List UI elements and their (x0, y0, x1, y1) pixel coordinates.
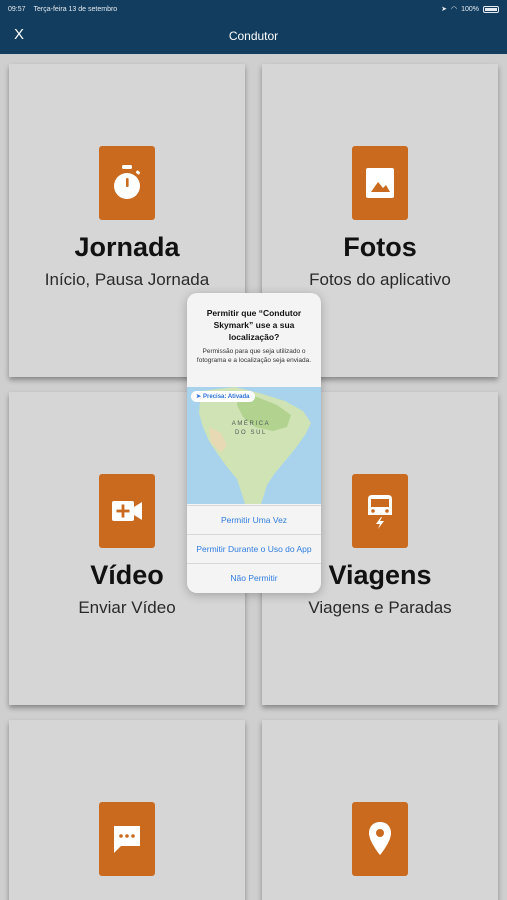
dialog-question: Permitir que “Condutor Skymark” use a su… (206, 308, 302, 342)
location-permission-dialog: Permitir que “Condutor Skymark” use a su… (187, 293, 321, 593)
stopwatch-icon (99, 146, 155, 220)
battery-icon (483, 5, 499, 13)
tile-location[interactable] (262, 720, 498, 900)
battery-percent: 100% (461, 5, 479, 13)
map-region-label: AMÉRICA DO SUL (231, 421, 271, 436)
precise-location-toggle[interactable]: ➤ Precisa: Ativada (191, 391, 255, 402)
wifi-icon: ◠ (450, 6, 458, 13)
location-pin-icon (352, 802, 408, 876)
tile-subtitle: Enviar Vídeo (78, 598, 176, 617)
video-add-icon (99, 474, 155, 548)
allow-while-using-button[interactable]: Permitir Durante o Uso do App (187, 534, 321, 563)
dialog-actions: Permitir Uma Vez Permitir Durante o Uso … (187, 505, 321, 592)
car-icon (352, 474, 408, 548)
location-map: ➤ Precisa: Ativada AMÉRICA DO SUL (187, 387, 321, 504)
location-arrow-icon: ➤ (441, 6, 447, 13)
tile-title: Jornada (74, 232, 180, 262)
dialog-description: Permissão para que seja utilizado o foto… (196, 348, 312, 364)
precise-label: Precisa: Ativada (203, 393, 250, 400)
tile-subtitle: Viagens e Paradas (308, 598, 452, 617)
tile-subtitle: Fotos do aplicativo (309, 270, 451, 289)
tile-messages[interactable] (9, 720, 245, 900)
tile-subtitle: Início, Pausa Jornada (44, 270, 210, 289)
location-arrow-icon: ➤ (196, 394, 202, 400)
allow-once-button[interactable]: Permitir Uma Vez (187, 505, 321, 534)
message-icon (99, 802, 155, 876)
page-title: Condutor (228, 29, 279, 43)
status-time: 09:57 (8, 5, 26, 13)
south-america-map (199, 387, 311, 504)
dont-allow-button[interactable]: Não Permitir (187, 563, 321, 592)
nav-bar: X Condutor (0, 18, 507, 54)
status-bar: 09:57 Terça-feira 13 de setembro ➤ ◠ 100… (0, 0, 507, 18)
status-date: Terça-feira 13 de setembro (33, 5, 118, 13)
tile-title: Fotos (343, 232, 417, 262)
photo-icon (352, 146, 408, 220)
status-right: ➤ ◠ 100% (441, 5, 499, 13)
